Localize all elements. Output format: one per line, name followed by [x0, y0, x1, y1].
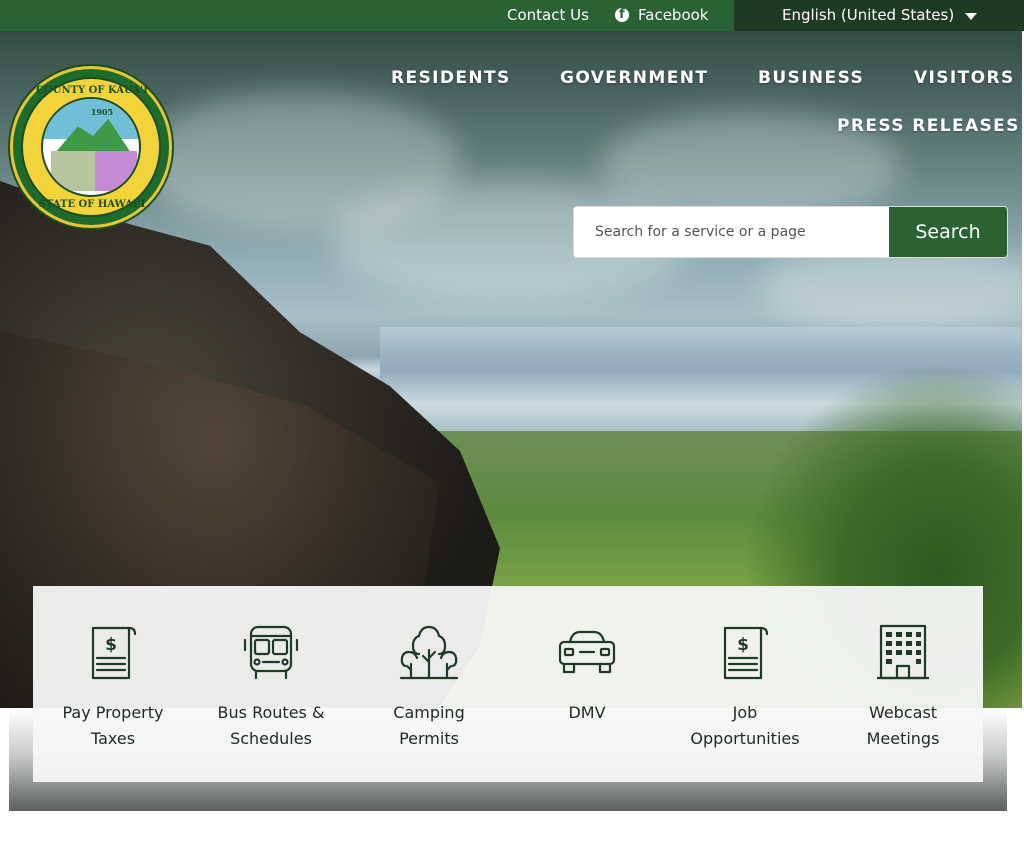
car-icon [558, 630, 616, 674]
quick-link-webcast-meetings[interactable]: Webcast Meetings [824, 586, 982, 782]
chevron-down-icon [965, 13, 977, 20]
facebook-icon [615, 8, 629, 22]
svg-text:$: $ [737, 635, 749, 655]
county-seal-logo[interactable]: COUNTY OF KAUA'I 1905 STATE OF HAWAI'I [10, 66, 172, 228]
quick-links-panel: $ Pay Property Taxes Bus Routes & Schedu… [33, 586, 983, 782]
bus-icon [243, 625, 299, 680]
facebook-label: Facebook [638, 6, 709, 24]
quick-link-label: Webcast Meetings [866, 703, 940, 748]
nav-press-releases[interactable]: PRESS RELEASES [837, 116, 1020, 136]
search-button[interactable]: Search [889, 207, 1007, 257]
nav-residents[interactable]: RESIDENTS [391, 68, 511, 88]
receipt-dollar-icon: $ [91, 626, 137, 680]
seal-year: 1905 [90, 107, 114, 117]
nav-business[interactable]: BUSINESS [758, 68, 864, 88]
language-label: English (United States) [782, 6, 955, 24]
trees-icon [399, 625, 459, 680]
quick-link-pay-property-taxes[interactable]: $ Pay Property Taxes [34, 586, 192, 782]
quick-link-dmv[interactable]: DMV [508, 586, 666, 782]
quick-link-camping-permits[interactable]: Camping Permits [350, 586, 508, 782]
nav-visitors[interactable]: VISITORS [914, 68, 1015, 88]
svg-text:$: $ [105, 635, 117, 655]
quick-link-label: Job Opportunities [690, 703, 800, 748]
quick-link-label: Pay Property Taxes [62, 703, 164, 748]
facebook-link[interactable]: Facebook [615, 6, 708, 24]
site-search: Search [573, 206, 1008, 258]
seal-text-bottom: STATE OF HAWAI'I [38, 199, 146, 210]
building-icon [877, 624, 929, 680]
language-selector[interactable]: English (United States) [734, 0, 1024, 31]
quick-link-label: Bus Routes & Schedules [217, 703, 325, 748]
quick-link-job-opportunities[interactable]: $ Job Opportunities [666, 586, 824, 782]
quick-link-label: DMV [568, 703, 606, 722]
quick-link-bus-routes[interactable]: Bus Routes & Schedules [192, 586, 350, 782]
nav-government[interactable]: GOVERNMENT [560, 68, 708, 88]
quick-link-label: Camping Permits [393, 703, 465, 748]
contact-us-link[interactable]: Contact Us [507, 6, 589, 24]
seal-text-top: COUNTY OF KAUA'I [36, 85, 148, 96]
receipt-dollar-icon: $ [723, 626, 769, 680]
search-input[interactable] [574, 207, 889, 257]
utility-bar: Contact Us Facebook English (United Stat… [0, 0, 1024, 31]
